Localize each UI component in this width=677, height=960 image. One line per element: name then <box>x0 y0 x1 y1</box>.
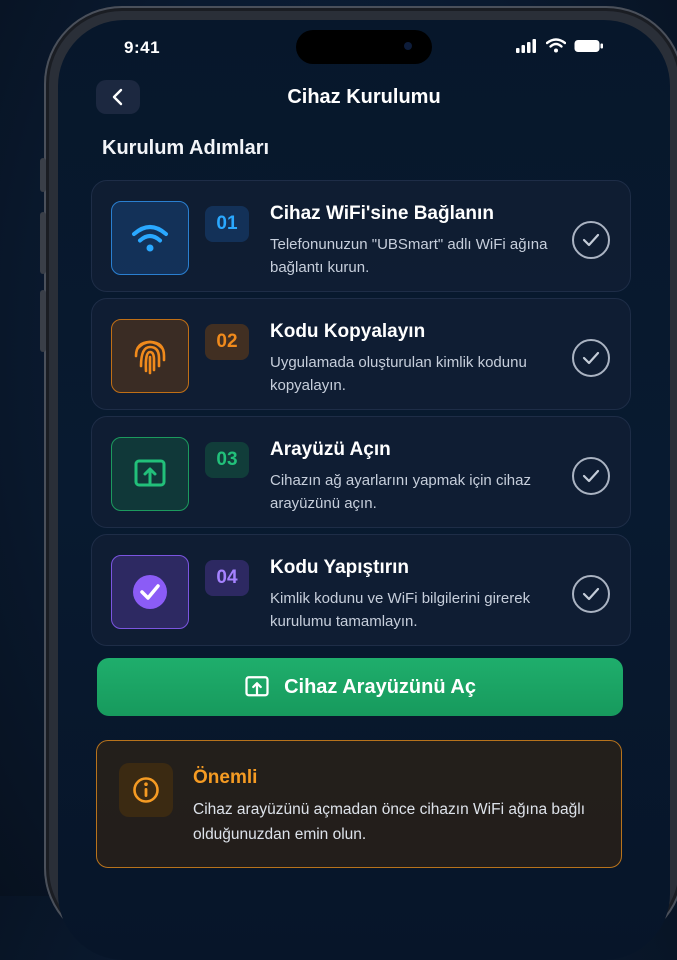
status-time: 9:41 <box>124 38 161 57</box>
step-number: 01 <box>205 206 249 242</box>
step-check-icon <box>572 457 610 495</box>
phone-screen: 9:41 Cihaz Kurulumu Kurulum Adımları 01 … <box>58 20 670 960</box>
step-check-icon <box>572 339 610 377</box>
step-number: 04 <box>205 560 249 596</box>
step-number: 03 <box>205 442 249 478</box>
step-description: Telefonunuzun "UBSmart" adlı WiFi ağına … <box>270 236 548 276</box>
info-icon <box>133 777 159 803</box>
step-icon-box <box>111 437 189 511</box>
step-title: Arayüzü Açın <box>270 439 391 460</box>
wifi-icon <box>132 225 168 252</box>
step-description: Uygulamada oluşturulan kimlik kodunu kop… <box>270 354 527 394</box>
check-circle-icon <box>133 575 167 609</box>
top-bar: Cihaz Kurulumu <box>58 80 670 128</box>
step-title: Kodu Yapıştırın <box>270 557 410 578</box>
step-card-copy-code[interactable]: 02 Kodu Kopyalayın Uygulamada oluşturula… <box>91 298 631 410</box>
step-description: Cihazın ağ ayarlarını yapmak için cihaz … <box>270 472 531 512</box>
step-description: Kimlik kodunu ve WiFi bilgilerini girere… <box>270 590 531 630</box>
step-card-wifi[interactable]: 01 Cihaz WiFi'sine Bağlanın Telefonunuzu… <box>91 180 631 292</box>
volume-up-button <box>40 212 46 274</box>
notice-title: Önemli <box>193 767 258 788</box>
section-title: Kurulum Adımları <box>102 137 270 159</box>
signal-icon <box>516 38 536 53</box>
important-notice: Önemli Cihaz arayüzünü açmadan önce ciha… <box>96 740 622 868</box>
battery-icon <box>574 39 603 52</box>
step-title: Cihaz WiFi'sine Bağlanın <box>270 203 494 224</box>
step-icon-box <box>111 319 189 393</box>
open-interface-icon <box>245 676 269 697</box>
step-icon-box <box>111 555 189 629</box>
step-icon-box <box>111 201 189 275</box>
wifi-status-icon <box>546 38 566 53</box>
status-icons <box>516 38 604 53</box>
cta-label: Cihaz Arayüzünü Aç <box>284 675 476 698</box>
notice-text: Cihaz arayüzünü açmadan önce cihazın WiF… <box>193 801 586 843</box>
open-interface-icon <box>134 459 166 487</box>
step-title: Kodu Kopyalayın <box>270 321 426 342</box>
step-number: 02 <box>205 324 249 360</box>
open-device-interface-button[interactable]: Cihaz Arayüzünü Aç <box>97 658 623 716</box>
page-title: Cihaz Kurulumu <box>287 86 441 108</box>
step-card-paste-code[interactable]: 04 Kodu Yapıştırın Kimlik kodunu ve WiFi… <box>91 534 631 646</box>
step-check-icon <box>572 221 610 259</box>
mute-switch <box>40 158 46 192</box>
volume-down-button <box>40 290 46 352</box>
notice-icon-box <box>119 763 173 817</box>
setup-steps-list: 01 Cihaz WiFi'sine Bağlanın Telefonunuzu… <box>91 180 631 652</box>
fingerprint-icon <box>134 340 166 375</box>
step-check-icon <box>572 575 610 613</box>
step-card-open-interface[interactable]: 03 Arayüzü Açın Cihazın ağ ayarlarını ya… <box>91 416 631 528</box>
dynamic-island <box>296 30 432 64</box>
